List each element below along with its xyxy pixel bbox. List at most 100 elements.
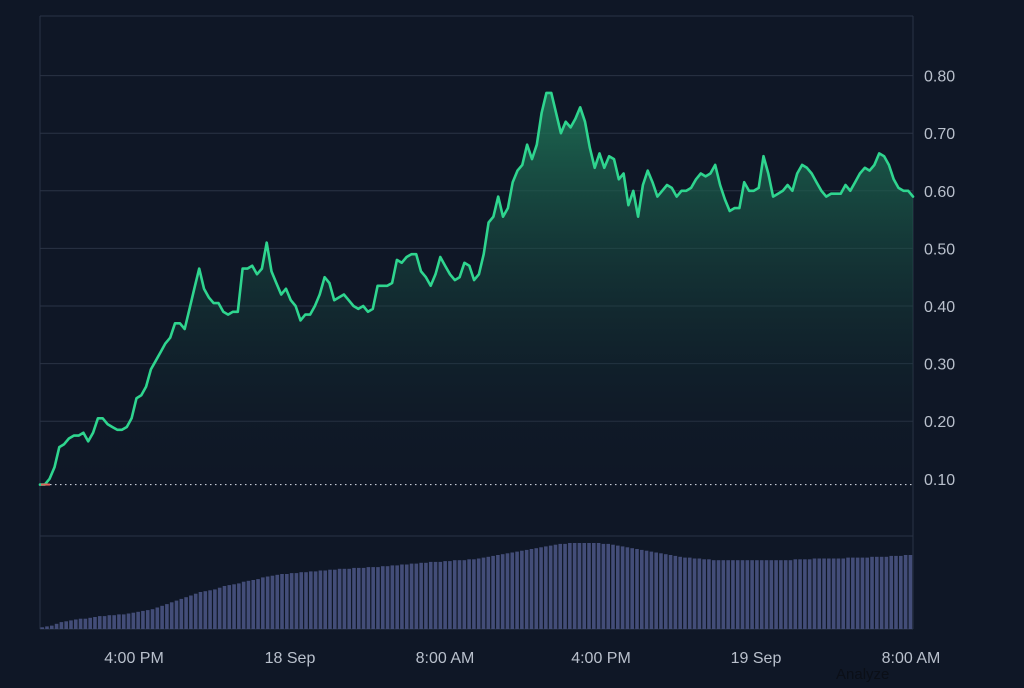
volume-bar — [870, 556, 874, 629]
volume-bar — [592, 543, 596, 629]
volume-bar — [774, 560, 778, 629]
volume-bar — [678, 556, 682, 629]
volume-bar — [606, 543, 611, 629]
volume-bar — [275, 574, 280, 629]
volume-bar — [457, 560, 462, 629]
volume-bar — [793, 559, 798, 629]
volume-bar — [759, 560, 764, 629]
volume-bar — [59, 622, 64, 629]
volume-bar — [687, 557, 692, 629]
volume-bar — [347, 568, 351, 629]
volume-bar — [395, 565, 399, 629]
volume-bar — [93, 617, 97, 629]
volume-bar — [49, 625, 54, 629]
volume-bar — [155, 607, 160, 629]
volume-bar — [337, 568, 342, 629]
volume-bar — [261, 577, 265, 629]
volume-bar — [572, 543, 577, 629]
volume-bar — [889, 555, 894, 629]
volume-bar — [711, 560, 716, 629]
volume-bar — [64, 621, 68, 629]
volume-bar — [333, 569, 337, 629]
volume-bar — [836, 558, 841, 629]
price-chart: 0.10 0.20 0.30 0.40 0.50 0.60 0.70 0.80 4:00 PM 1… — [0, 0, 1024, 683]
volume-bar — [361, 567, 366, 629]
volume-bar — [822, 558, 826, 629]
volume-bar — [812, 558, 817, 629]
y-tick-label: 0.50 — [924, 241, 955, 258]
y-tick-label: 0.80 — [924, 69, 955, 86]
volume-bar — [721, 560, 726, 629]
volume-bar — [342, 568, 347, 629]
volume-bar — [548, 545, 553, 629]
volume-bar — [179, 598, 184, 629]
volume-bar — [783, 560, 788, 629]
volume-bar — [476, 558, 481, 629]
volume-bar — [309, 571, 313, 629]
volume-bar — [313, 571, 318, 629]
volume-bar — [428, 561, 433, 629]
volume-bar — [764, 560, 769, 629]
volume-bar — [553, 544, 558, 629]
y-tick-label: 0.10 — [924, 472, 955, 489]
volume-bar — [620, 546, 625, 629]
volume-bar — [280, 574, 284, 629]
volume-bar — [145, 610, 150, 629]
volume-bar — [117, 614, 121, 629]
volume-bar — [97, 616, 102, 629]
volume-bar — [256, 579, 260, 629]
volume-bar — [404, 564, 409, 629]
volume-bar — [452, 560, 457, 629]
volume-bar — [755, 560, 759, 629]
volume-bar — [217, 587, 222, 629]
volume-bar — [740, 560, 745, 629]
volume-bar — [328, 569, 332, 629]
volume-bar — [788, 560, 793, 629]
volume-bar — [716, 560, 721, 629]
volume-bar — [731, 560, 735, 629]
volume-bar — [577, 543, 582, 629]
volume-bar — [371, 567, 375, 629]
volume-bar — [894, 555, 898, 629]
volume-bar — [769, 560, 774, 629]
volume-bar — [438, 561, 443, 629]
volume-bar — [141, 610, 145, 629]
volume-bar — [486, 556, 491, 629]
volume-bar — [683, 557, 687, 629]
volume-bar — [875, 556, 879, 629]
volume-bar — [745, 560, 750, 629]
volume-bar — [237, 583, 241, 629]
volume-bar — [851, 557, 855, 629]
volume-bar — [568, 543, 572, 629]
volume-bar — [481, 557, 486, 629]
volume-bar — [78, 618, 83, 629]
volume-bar — [213, 589, 217, 629]
volume-bar — [659, 553, 663, 629]
volume-bar — [846, 557, 850, 629]
volume-bar — [304, 572, 308, 629]
volume-bar — [779, 560, 783, 629]
volume-bar — [903, 555, 908, 629]
volume-bar — [222, 586, 227, 629]
volume-bar — [500, 554, 505, 629]
volume-bar — [88, 617, 92, 629]
volume-bar — [841, 558, 846, 629]
volume-bar — [323, 570, 328, 629]
volume-bar — [524, 549, 529, 629]
volume-bar — [520, 550, 524, 629]
volume-bar — [596, 543, 601, 629]
x-tick-label: 4:00 PM — [571, 650, 631, 667]
volume-bar — [251, 580, 256, 629]
volume-bar — [563, 543, 567, 629]
volume-bar — [356, 567, 361, 629]
volume-bar — [136, 611, 140, 629]
x-tick-label: 4:00 PM — [104, 650, 164, 667]
x-tick-label: 18 Sep — [265, 650, 316, 667]
analyze-link[interactable]: Analyze — [836, 666, 889, 683]
volume-bar — [131, 612, 136, 629]
volume-bar — [707, 559, 711, 629]
y-tick-label: 0.20 — [924, 414, 955, 431]
y-tick-label: 0.30 — [924, 357, 955, 374]
volume-bar — [150, 609, 155, 629]
volume-bar — [817, 558, 822, 629]
